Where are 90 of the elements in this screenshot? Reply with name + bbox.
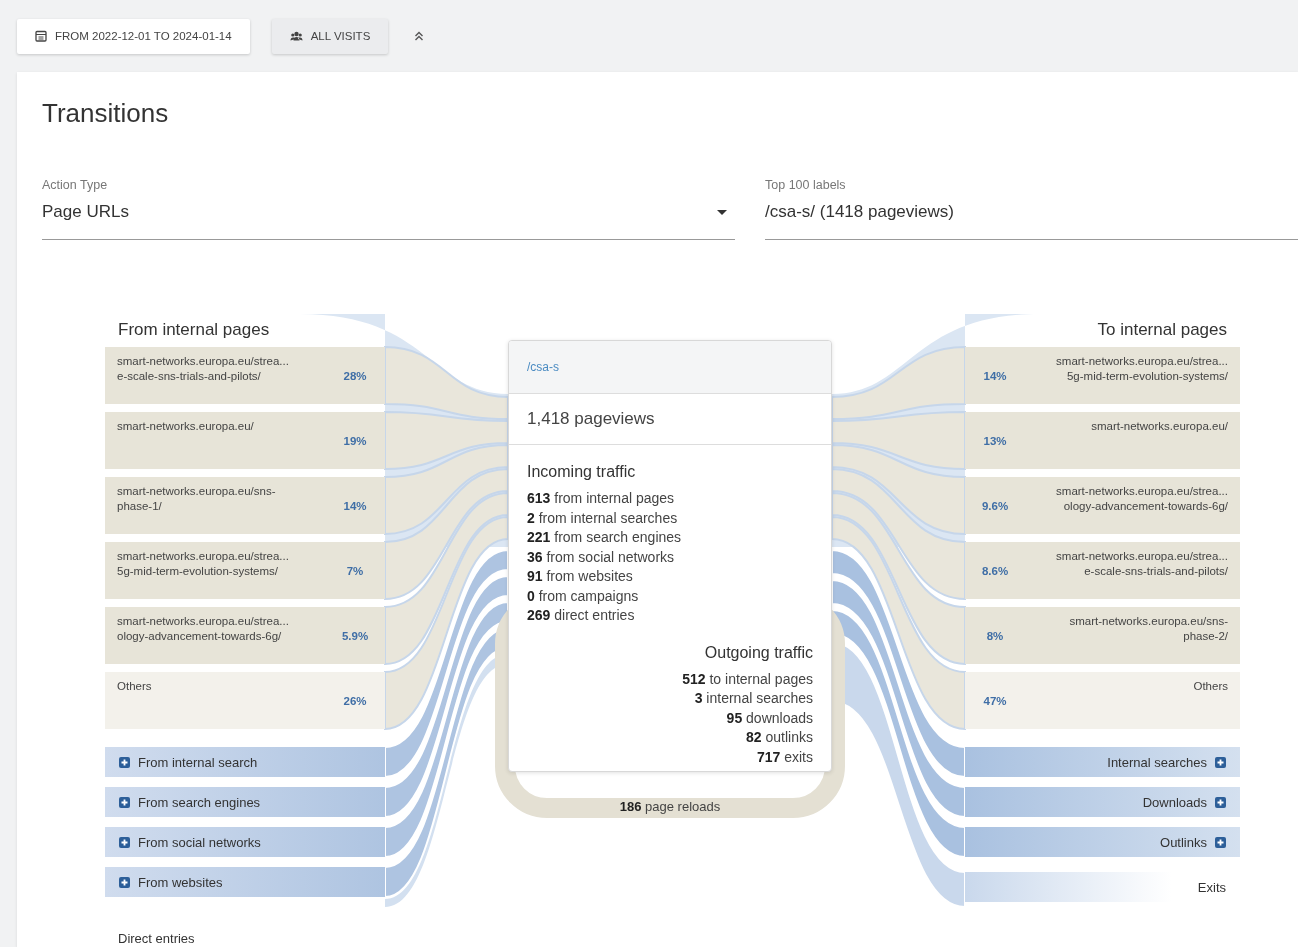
plus-icon[interactable]	[1215, 836, 1226, 848]
page-url: smart-networks.europa.eu/strea... ology-advancement-towards-6g/	[117, 614, 290, 644]
section-title: To internal pages	[1096, 319, 1228, 341]
label-select[interactable]: Top 100 labels /csa-s/ (1418 pageviews)	[765, 174, 1298, 240]
page-url: smart-networks.europa.eu/strea... e-scale-sns-trials-and-pilots/	[1055, 549, 1228, 579]
channel-row[interactable]: Outlinks	[965, 827, 1240, 857]
page-url: smart-networks.europa.eu/strea... 5g-mid-term-evolution-systems/	[1055, 354, 1228, 384]
others-row[interactable]: Others 26%	[105, 672, 385, 729]
traffic-line: 0 from campaigns	[527, 586, 639, 606]
page-url: smart-networks.europa.eu/sns- phase-1/	[117, 484, 277, 514]
channel-row[interactable]: From internal search	[105, 747, 385, 777]
share-percent: 9.6%	[980, 499, 1010, 512]
plus-icon[interactable]	[119, 796, 130, 808]
traffic-line: 95 downloads	[726, 708, 813, 728]
reloads-count: 186 page reloads	[619, 799, 721, 814]
page-row[interactable]: 14% smart-networks.europa.eu/strea... 5g-mid-term-evolution-systems/	[965, 347, 1240, 404]
channel-label: From internal search	[138, 754, 258, 770]
plus-icon[interactable]	[1215, 756, 1226, 768]
traffic-line: 221 from search engines	[527, 528, 682, 547]
plus-icon[interactable]	[119, 836, 130, 848]
channel-label: Exits	[1197, 879, 1226, 895]
share-percent: 13%	[982, 434, 1008, 447]
channel-label: Internal searches	[1107, 754, 1207, 770]
action-type-select[interactable]: Action Type Page URLs	[42, 174, 735, 240]
channel-label: From websites	[138, 874, 223, 890]
channel-label: Outlinks	[1160, 834, 1207, 850]
page-url: smart-networks.europa.eu/strea... ology-advancement-towards-6g/	[1055, 484, 1228, 514]
share-percent: 26%	[342, 694, 368, 707]
traffic-line: 3 internal searches	[694, 689, 813, 708]
page-row[interactable]: 9.6% smart-networks.europa.eu/strea... ology-advancement-towards-6g/	[965, 477, 1240, 534]
share-percent: 47%	[982, 694, 1008, 707]
date-range-button[interactable]: FROM 2022-12-01 TO 2024-01-14	[17, 18, 250, 54]
plus-icon[interactable]	[119, 756, 130, 768]
traffic-line: 82 outlinks	[746, 728, 813, 747]
traffic-line: 36 from social networks	[527, 547, 675, 567]
channel-row[interactable]: From search engines	[105, 787, 385, 817]
channel-row[interactable]: From websites	[105, 867, 385, 897]
others-row[interactable]: 47% Others	[965, 672, 1240, 729]
share-percent: 8.6%	[980, 564, 1010, 577]
page-row[interactable]: smart-networks.europa.eu/strea... 5g-mid-term-evolution-systems/ 7%	[105, 542, 385, 599]
share-percent: 8%	[985, 629, 1005, 642]
share-percent: 14%	[342, 499, 368, 512]
field-value: /csa-s/ (1418 pageviews)	[765, 202, 954, 222]
field-label: Top 100 labels	[765, 178, 847, 192]
channel-label: From social networks	[138, 834, 261, 850]
channel-row[interactable]: Downloads	[965, 787, 1240, 817]
people-icon	[289, 31, 303, 41]
section-heading: Outgoing traffic	[704, 643, 813, 662]
channel-label: Downloads	[1142, 794, 1207, 810]
segment-button[interactable]: ALL VISITS	[271, 18, 389, 54]
plus-icon[interactable]	[119, 876, 130, 888]
page-row[interactable]: smart-networks.europa.eu/strea... ology-advancement-towards-6g/ 5.9%	[105, 607, 385, 664]
share-percent: 5.9%	[340, 629, 370, 642]
channel-row[interactable]: From social networks	[105, 827, 385, 857]
channel-row[interactable]: Internal searches	[965, 747, 1240, 777]
page-url: smart-networks.europa.eu/	[117, 419, 255, 434]
share-percent: 19%	[342, 434, 368, 447]
channel-label: From search engines	[138, 794, 261, 810]
page-url: smart-networks.europa.eu/strea... e-scale-sns-trials-and-pilots/	[117, 354, 290, 384]
traffic-line: 2 from internal searches	[527, 508, 678, 528]
page-row[interactable]: 8.6% smart-networks.europa.eu/strea... e-scale-sns-trials-and-pilots/	[965, 542, 1240, 599]
others-label: Others	[1192, 679, 1228, 694]
page-url: smart-networks.europa.eu/sns- phase-2/	[1068, 614, 1228, 644]
double-chevron-up-icon	[414, 31, 425, 41]
plus-icon[interactable]	[1215, 796, 1226, 808]
page-url: smart-networks.europa.eu/strea... 5g-mid-term-evolution-systems/	[117, 549, 290, 579]
traffic-line: 613 from internal pages	[527, 489, 675, 508]
traffic-line: 717 exits	[756, 747, 813, 767]
section-heading: Incoming traffic	[527, 463, 636, 481]
page-row[interactable]: 8% smart-networks.europa.eu/sns- phase-2/	[965, 607, 1240, 664]
traffic-line: 269 direct entries	[527, 606, 635, 625]
pageviews-count: 1,418 pageviews	[509, 394, 831, 445]
page-row[interactable]: 13% smart-networks.europa.eu/	[965, 412, 1240, 469]
others-label: Others	[117, 679, 153, 694]
share-percent: 14%	[982, 369, 1008, 382]
page-url: smart-networks.europa.eu/	[1090, 419, 1228, 434]
page-row[interactable]: smart-networks.europa.eu/sns- phase-1/ 14%	[105, 477, 385, 534]
share-percent: 28%	[342, 369, 368, 382]
dropdown-caret-icon	[717, 209, 727, 215]
page-row[interactable]: smart-networks.europa.eu/ 19%	[105, 412, 385, 469]
calendar-icon	[35, 30, 47, 42]
traffic-line: 91 from websites	[527, 567, 633, 586]
report-title: Transitions	[42, 98, 170, 130]
section-title: From internal pages	[117, 319, 271, 341]
traffic-line: 512 to internal pages	[682, 669, 813, 689]
field-label: Action Type	[42, 178, 109, 192]
field-value: Page URLs	[42, 202, 129, 222]
page-row[interactable]: smart-networks.europa.eu/strea... e-scale-sns-trials-and-pilots/ 28%	[105, 347, 385, 404]
share-percent: 7%	[345, 564, 365, 577]
channel-label: Direct entries	[117, 931, 196, 946]
